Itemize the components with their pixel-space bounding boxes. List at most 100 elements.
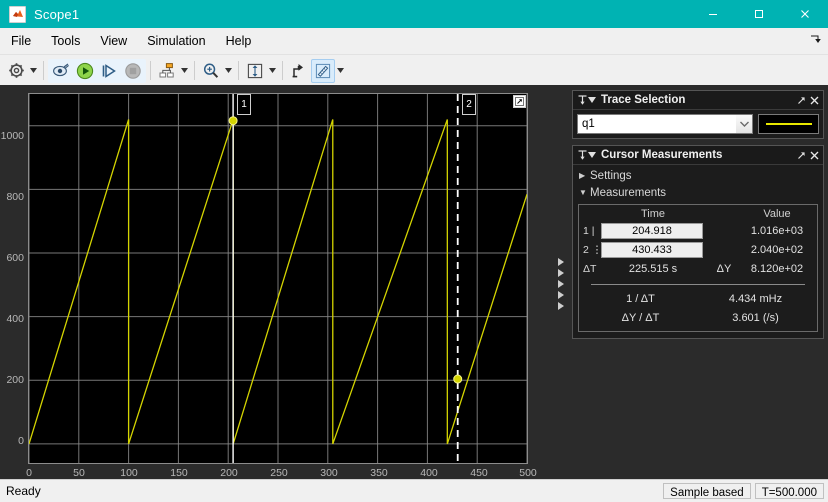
delta-t-label: ΔT: [583, 262, 597, 275]
maximize-axes-icon[interactable]: [513, 95, 526, 108]
cursor-measurements-header: Cursor Measurements: [573, 146, 823, 165]
x-tick-400: 400: [420, 467, 438, 479]
menu-help[interactable]: Help: [217, 31, 261, 51]
menu-tools[interactable]: Tools: [42, 31, 89, 51]
delta-row: ΔT 225.515 s ΔY 8.120e+02: [583, 259, 813, 278]
zoom-caret-icon[interactable]: [223, 60, 234, 82]
toolbar-separator: [194, 61, 195, 80]
configuration-properties-button[interactable]: [4, 59, 28, 83]
cursor-measurements-caret-icon[interactable]: [335, 60, 346, 82]
x-tick-450: 450: [470, 467, 488, 479]
trace-selection-header: Trace Selection: [573, 91, 823, 110]
configuration-caret-icon[interactable]: [28, 60, 39, 82]
triangle-down-icon: ▼: [579, 188, 587, 197]
cursor-measurements-body: ▶ Settings ▼ Measurements Time Value 1 |…: [573, 165, 823, 338]
triangle-down-icon[interactable]: [587, 149, 597, 161]
cursor-2-id: 2 ⋮: [583, 243, 603, 256]
toolbar-separator: [150, 61, 151, 80]
run-controls-group: [48, 58, 146, 83]
y-tick-200: 200: [6, 374, 24, 386]
cursor-measurements-title: Cursor Measurements: [601, 149, 723, 161]
cursor-1-id: 1 |: [583, 224, 595, 237]
scope-body: 1000 800 600 400 200 0 1 2 0 50 100 150 …: [0, 85, 828, 480]
chevron-down-icon[interactable]: [736, 115, 752, 133]
y-tick-800: 800: [6, 191, 24, 203]
cursor-1-tag[interactable]: 1: [237, 94, 251, 115]
trace-selection-title: Trace Selection: [601, 94, 686, 106]
y-tick-600: 600: [6, 252, 24, 264]
step-forward-button[interactable]: [97, 59, 121, 83]
plot-pane: 1000 800 600 400 200 0 1 2 0 50 100 150 …: [0, 85, 554, 480]
close-button[interactable]: [782, 0, 828, 28]
title-bar: Scope1: [0, 0, 828, 28]
menu-file[interactable]: File: [2, 31, 40, 51]
x-tick-50: 50: [73, 467, 85, 479]
settings-label: Settings: [590, 169, 632, 182]
inverse-delta-t-value: 4.434 mHz: [728, 292, 783, 305]
undock-arrow-icon[interactable]: [796, 149, 806, 161]
col-value: Value: [763, 208, 791, 220]
expand-arrow-icon[interactable]: [808, 32, 822, 46]
status-text: Ready: [6, 484, 41, 498]
measurements-table: Time Value 1 | 204.918 1.016e+03 2 ⋮ 430…: [578, 204, 818, 332]
trace-row: q1: [577, 114, 819, 134]
x-tick-150: 150: [170, 467, 188, 479]
trace-dropdown-value: q1: [582, 118, 595, 130]
derived-row: 1 / ΔT 4.434 mHz: [583, 289, 813, 308]
plot-axes[interactable]: [28, 93, 528, 464]
maximize-button[interactable]: [736, 0, 782, 28]
simulink-caret-icon[interactable]: [179, 60, 190, 82]
trace-selection-body: q1: [573, 110, 823, 138]
close-icon[interactable]: [809, 94, 819, 106]
slope-value: 3.601 (/s): [732, 311, 779, 324]
y-tick-400: 400: [6, 313, 24, 325]
minimize-button[interactable]: [690, 0, 736, 28]
run-button[interactable]: [73, 59, 97, 83]
pin-icon[interactable]: [577, 94, 587, 106]
triangle-down-icon[interactable]: [587, 94, 597, 106]
triangle-right-icon: ▶: [579, 171, 586, 180]
x-tick-350: 350: [370, 467, 388, 479]
simulink-model-button[interactable]: [155, 59, 179, 83]
cursor-2-time[interactable]: 430.433: [601, 241, 703, 258]
window-controls: [690, 0, 828, 28]
undock-arrow-icon[interactable]: [796, 94, 806, 106]
toolbar-separator: [282, 61, 283, 80]
sample-mode-cell: Sample based: [663, 483, 751, 499]
right-dock: Trace Selection q1 Cursor Measurements ▶…: [568, 85, 828, 480]
style-button[interactable]: [287, 59, 311, 83]
x-tick-100: 100: [120, 467, 138, 479]
scope-window: Scope1 File Tools View Simulation Help 1…: [0, 0, 828, 502]
col-time: Time: [640, 208, 666, 220]
x-tick-200: 200: [220, 467, 238, 479]
trace-color-swatch[interactable]: [758, 114, 819, 134]
inverse-delta-t-label: 1 / ΔT: [626, 292, 655, 305]
x-tick-0: 0: [26, 467, 32, 479]
zoom-button[interactable]: [199, 59, 223, 83]
trace-dropdown[interactable]: q1: [577, 114, 753, 134]
waveform-plot: [29, 94, 527, 463]
measurements-section[interactable]: ▼ Measurements: [575, 184, 821, 201]
divider: [591, 284, 805, 285]
measurements-table-header: Time Value: [583, 208, 813, 221]
derived-row: ΔY / ΔT 3.601 (/s): [583, 308, 813, 327]
stop-button[interactable]: [121, 59, 145, 83]
cursor-measurements-button[interactable]: [311, 58, 335, 83]
measurements-label: Measurements: [590, 186, 667, 199]
y-axis-labels: 1000 800 600 400 200 0: [0, 93, 26, 464]
signal-selector-button[interactable]: [49, 59, 73, 83]
cursor-measurements-panel: Cursor Measurements ▶ Settings ▼ Measure…: [572, 145, 824, 339]
menu-simulation[interactable]: Simulation: [138, 31, 214, 51]
splitter-arrows-icon[interactable]: [554, 85, 568, 480]
simulation-time-cell: T=500.000: [754, 483, 824, 499]
settings-section[interactable]: ▶ Settings: [575, 167, 821, 184]
autoscale-caret-icon[interactable]: [267, 60, 278, 82]
pin-icon[interactable]: [577, 149, 587, 161]
autoscale-button[interactable]: [243, 59, 267, 83]
close-icon[interactable]: [809, 149, 819, 161]
table-row: 2 ⋮ 430.433 2.040e+02: [583, 240, 813, 259]
tool-bar: [0, 55, 828, 87]
cursor-2-tag[interactable]: 2: [462, 94, 476, 115]
cursor-1-time[interactable]: 204.918: [601, 222, 703, 239]
menu-view[interactable]: View: [91, 31, 136, 51]
